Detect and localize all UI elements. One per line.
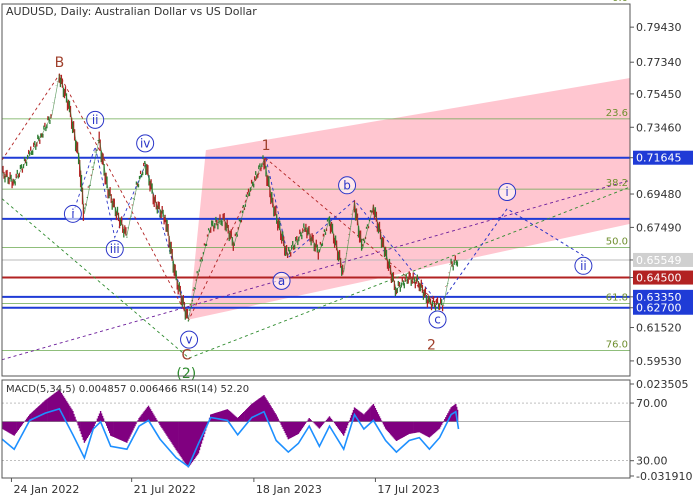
y-tick-label: 0.69480 xyxy=(636,188,682,201)
x-tick-label: 18 Jan 2023 xyxy=(256,483,322,496)
y-tick-label: 0.62700 xyxy=(636,302,682,315)
wave-label: i xyxy=(505,185,508,199)
indicator-y-tick-label: 30.00 xyxy=(636,455,668,468)
indicator-y-tick-label: 0.023505 xyxy=(636,378,689,391)
fib-level-label: 38.2 xyxy=(606,178,628,189)
wave-label: a xyxy=(278,274,285,288)
fib-level-label: 61.8 xyxy=(606,292,628,303)
wave-label: ii xyxy=(580,259,587,273)
y-tick-label: 0.75450 xyxy=(636,88,682,101)
wave-label: v xyxy=(185,333,192,347)
y-tick-label: 0.79430 xyxy=(636,21,682,34)
fib-level-label: 50.0 xyxy=(606,236,628,247)
y-tick-label: 0.64500 xyxy=(636,272,682,285)
y-tick-label: 0.71645 xyxy=(636,152,682,165)
fib-level-label: 0.0 xyxy=(612,0,628,4)
chart-title: AUDUSD, Daily: Australian Dollar vs US D… xyxy=(6,5,257,18)
wave-label: iv xyxy=(140,136,150,150)
y-tick-label: 0.65549 xyxy=(636,254,682,267)
wave-label: i xyxy=(71,207,74,221)
fib-level-label: 76.0 xyxy=(606,340,628,351)
wave-label: C xyxy=(181,348,191,364)
indicator-y-tick-label: 70.00 xyxy=(636,397,668,410)
indicator-title: MACD(5,34,5) 0.004857 0.006466 RSI(14) 5… xyxy=(6,384,249,395)
indicator-y-tick-label: -0.031910 xyxy=(636,470,692,483)
wave-label: 2 xyxy=(427,338,436,354)
y-tick-label: 0.67490 xyxy=(636,221,682,234)
wave-label: b xyxy=(343,178,351,192)
x-tick-label: 24 Jan 2022 xyxy=(13,483,79,496)
wave-label: B xyxy=(55,55,65,71)
y-tick-label: 0.77340 xyxy=(636,56,682,69)
wave-label: c xyxy=(434,312,441,326)
wave-label: 1 xyxy=(262,138,271,154)
y-tick-label: 0.73460 xyxy=(636,121,682,134)
fib-level-label: 23.6 xyxy=(606,108,628,119)
wave-label: iii xyxy=(110,242,120,256)
y-tick-label: 0.61520 xyxy=(636,322,682,335)
wave-label: ii xyxy=(92,113,99,127)
y-tick-label: 0.59530 xyxy=(636,355,682,368)
x-tick-label: 21 Jul 2022 xyxy=(134,483,196,496)
x-tick-label: 17 Jul 2023 xyxy=(377,483,439,496)
chart-canvas: 0.023.638.250.061.876.0BiiiviiiivC(2)1ba… xyxy=(0,0,700,500)
